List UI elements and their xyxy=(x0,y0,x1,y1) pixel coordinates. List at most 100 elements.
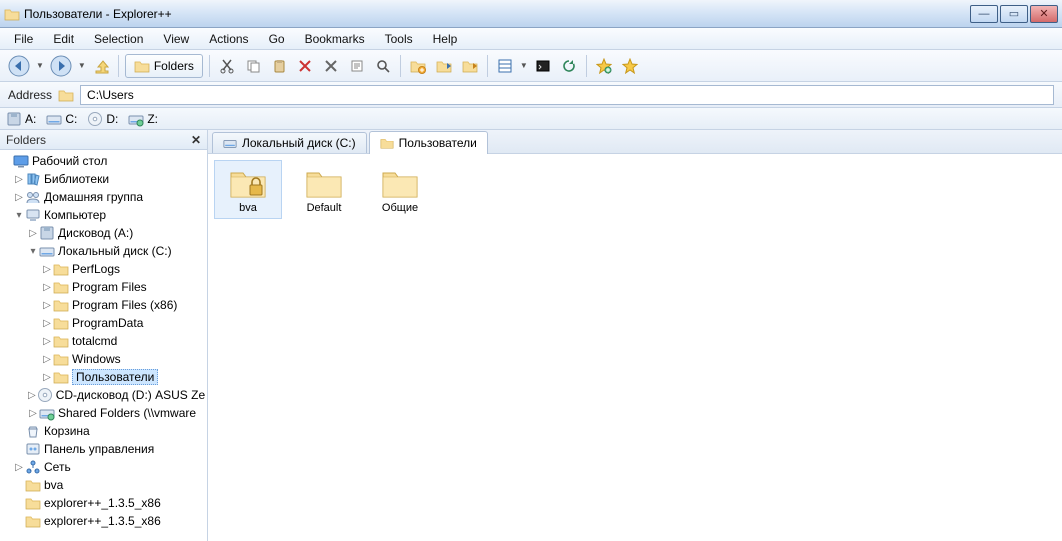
new-folder-button[interactable] xyxy=(407,55,429,77)
delete-button[interactable] xyxy=(294,55,316,77)
tree-item-label: Program Files (x86) xyxy=(72,298,181,312)
views-button[interactable] xyxy=(494,55,516,77)
hdd-icon xyxy=(39,243,55,259)
properties-button[interactable] xyxy=(346,55,368,77)
menu-actions[interactable]: Actions xyxy=(199,30,258,48)
tree-item[interactable]: ▷Домашняя группа xyxy=(0,188,207,206)
folder-icon xyxy=(53,333,69,349)
tab-bar: Локальный диск (C:) Пользователи xyxy=(208,130,1062,154)
menu-view[interactable]: View xyxy=(153,30,199,48)
menu-bookmarks[interactable]: Bookmarks xyxy=(295,30,375,48)
tab-label: Пользователи xyxy=(399,136,477,150)
forward-dropdown-icon[interactable]: ▼ xyxy=(78,61,86,70)
tree-item[interactable]: ▷totalcmd xyxy=(0,332,207,350)
tree-item[interactable]: ▷Program Files xyxy=(0,278,207,296)
copy-button[interactable] xyxy=(242,55,264,77)
tab[interactable]: Пользователи xyxy=(369,131,488,154)
tree-item[interactable]: explorer++_1.3.5_x86 xyxy=(0,512,207,530)
paste-button[interactable] xyxy=(268,55,290,77)
back-dropdown-icon[interactable]: ▼ xyxy=(36,61,44,70)
tree-twisty[interactable]: ▷ xyxy=(42,264,52,275)
menu-selection[interactable]: Selection xyxy=(84,30,153,48)
file-label: Default xyxy=(307,202,342,214)
copy-to-button[interactable] xyxy=(433,55,455,77)
terminal-button[interactable] xyxy=(532,55,554,77)
tree-item[interactable]: ▷ Program Files (x86) xyxy=(0,296,207,314)
tree-twisty[interactable]: ▷ xyxy=(42,372,52,383)
tree-item-label: ProgramData xyxy=(72,316,147,330)
folders-panel-close-button[interactable]: ✕ xyxy=(191,133,201,147)
back-button[interactable] xyxy=(6,53,32,79)
delete-permanent-button[interactable] xyxy=(320,55,342,77)
folders-panel: Folders ✕ Рабочий стол▷Библиотеки▷Домашн… xyxy=(0,130,208,541)
folder-tree[interactable]: Рабочий стол▷Библиотеки▷Домашняя группа▾… xyxy=(0,150,207,541)
tree-twisty[interactable]: ▷ xyxy=(42,336,52,347)
tree-item[interactable]: Рабочий стол xyxy=(0,152,207,170)
menu-file[interactable]: File xyxy=(4,30,43,48)
folder-icon xyxy=(25,513,41,529)
drive-c[interactable]: C: xyxy=(46,111,77,127)
tree-item[interactable]: ▷Пользователи xyxy=(0,368,207,386)
forward-button[interactable] xyxy=(48,53,74,79)
add-bookmark-button[interactable] xyxy=(593,55,615,77)
refresh-button[interactable] xyxy=(558,55,580,77)
tree-twisty[interactable]: ▾ xyxy=(14,210,24,221)
folders-button-label: Folders xyxy=(154,59,194,73)
drive-d[interactable]: D: xyxy=(87,111,118,127)
file-list[interactable]: bva Default Общие xyxy=(208,154,1062,541)
file-label: Общие xyxy=(382,202,418,214)
tree-item[interactable]: bva xyxy=(0,476,207,494)
toolbar-separator xyxy=(586,55,587,77)
right-panel: Локальный диск (C:) Пользователи bva Defau… xyxy=(208,130,1062,541)
tree-twisty[interactable]: ▷ xyxy=(42,354,52,365)
tree-item[interactable]: ▾Локальный диск (C:) xyxy=(0,242,207,260)
tree-item[interactable]: ▷Библиотеки xyxy=(0,170,207,188)
tree-twisty[interactable]: ▾ xyxy=(28,246,38,257)
tree-item[interactable]: ▷PerfLogs xyxy=(0,260,207,278)
tree-item[interactable]: Панель управления xyxy=(0,440,207,458)
menu-edit[interactable]: Edit xyxy=(43,30,84,48)
up-button[interactable] xyxy=(90,55,112,77)
tree-item[interactable]: ▷ ProgramData xyxy=(0,314,207,332)
tree-item[interactable]: explorer++_1.3.5_x86 xyxy=(0,494,207,512)
tree-item[interactable]: ▷Windows xyxy=(0,350,207,368)
tree-item[interactable]: ▷Сеть xyxy=(0,458,207,476)
bookmarks-button[interactable] xyxy=(619,55,641,77)
tree-twisty[interactable]: ▷ xyxy=(14,192,24,203)
tree-item[interactable]: ▷Дисковод (A:) xyxy=(0,224,207,242)
drive-label: A: xyxy=(25,112,36,126)
drive-z[interactable]: Z: xyxy=(128,111,158,127)
drive-bar: A: C: D: Z: xyxy=(0,108,1062,130)
folders-toggle-button[interactable]: Folders xyxy=(125,54,203,78)
menu-go[interactable]: Go xyxy=(259,30,295,48)
views-dropdown-icon[interactable]: ▼ xyxy=(520,61,528,70)
tree-twisty[interactable]: ▷ xyxy=(42,282,52,293)
netdrive-icon xyxy=(39,405,55,421)
menu-help[interactable]: Help xyxy=(423,30,468,48)
tab[interactable]: Локальный диск (C:) xyxy=(212,132,367,153)
tree-twisty[interactable]: ▷ xyxy=(14,462,24,473)
minimize-button[interactable]: — xyxy=(970,5,998,23)
file-item[interactable]: Default xyxy=(290,160,358,219)
drive-a[interactable]: A: xyxy=(6,111,36,127)
tree-twisty[interactable]: ▷ xyxy=(28,228,38,239)
tree-twisty[interactable]: ▷ xyxy=(14,174,24,185)
tree-twisty[interactable]: ▷ xyxy=(28,390,36,401)
address-input[interactable] xyxy=(80,85,1054,105)
maximize-button[interactable]: ▭ xyxy=(1000,5,1028,23)
tree-twisty[interactable]: ▷ xyxy=(28,408,38,419)
tree-item[interactable]: ▾Компьютер xyxy=(0,206,207,224)
close-button[interactable]: ✕ xyxy=(1030,5,1058,23)
tree-twisty[interactable]: ▷ xyxy=(42,300,52,311)
tree-item[interactable]: Корзина xyxy=(0,422,207,440)
tree-twisty[interactable]: ▷ xyxy=(42,318,52,329)
menu-tools[interactable]: Tools xyxy=(375,30,423,48)
file-item[interactable]: Общие xyxy=(366,160,434,219)
search-button[interactable] xyxy=(372,55,394,77)
move-to-button[interactable] xyxy=(459,55,481,77)
file-item[interactable]: bva xyxy=(214,160,282,219)
cut-button[interactable] xyxy=(216,55,238,77)
tree-item[interactable]: ▷CD-дисковод (D:) ASUS Ze xyxy=(0,386,207,404)
tree-item[interactable]: ▷Shared Folders (\\vmware xyxy=(0,404,207,422)
drive-label: C: xyxy=(65,112,77,126)
